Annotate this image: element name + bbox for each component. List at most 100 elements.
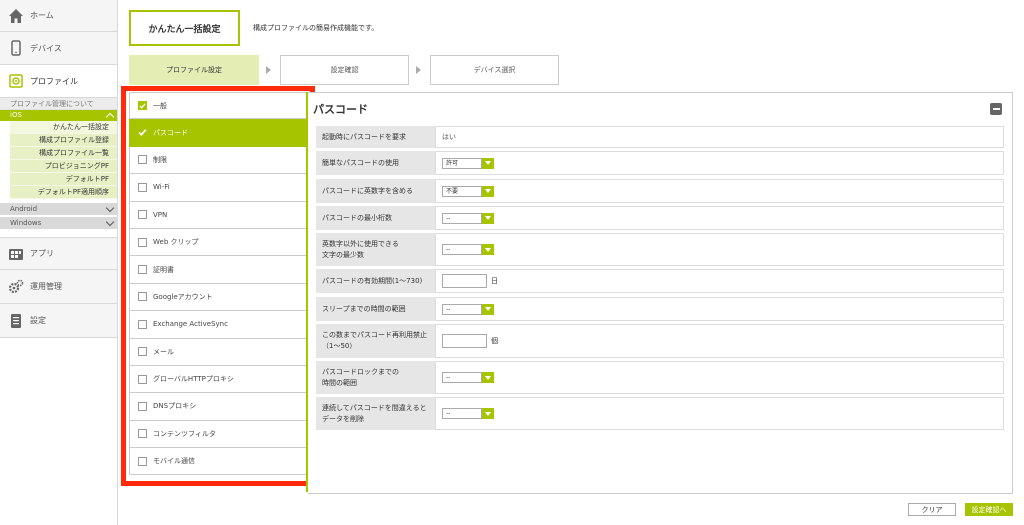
row-label-line: この数までパスコード再利用禁止 [322, 331, 427, 339]
row-history: この数までパスコード再利用禁止 （1〜50） 個 [316, 324, 1004, 358]
sidebar: ホーム デバイス プロファイル プロファイル管理について iOS かんたん一括設… [0, 0, 118, 525]
step-device-select[interactable]: デバイス選択 [430, 55, 559, 85]
ios-item-profile-register[interactable]: 構成プロファイル登録 [10, 134, 117, 147]
row-label-line: 文字の最少数 [322, 250, 364, 259]
dropdown-arrow-icon[interactable] [482, 157, 494, 169]
row-label: パスコードの最小桁数 [316, 206, 435, 230]
row-max-failed: 連続してパスコードを間違えると データを削除 -- [316, 397, 1004, 430]
row-value: -- [435, 233, 1004, 266]
os-windows-label: Windows [10, 219, 42, 227]
os-android-label: Android [10, 205, 38, 213]
row-max-age: パスコードの有効期間(1〜730) 日 [316, 269, 1004, 293]
select-value: 不要 [442, 185, 482, 197]
nav-settings[interactable]: 設定 [0, 304, 117, 338]
select-value: -- [442, 244, 482, 255]
collapse-button[interactable] [990, 103, 1002, 115]
ios-submenu: かんたん一括設定 構成プロファイル登録 構成プロファイル一覧 プロビジョニングP… [10, 121, 117, 199]
alphanumeric-select[interactable]: 不要 [442, 185, 494, 197]
min-length-select[interactable]: -- [442, 212, 494, 224]
chevron-up-icon [105, 112, 115, 122]
nav-profile[interactable]: プロファイル [0, 65, 117, 98]
row-label-line: 英数字以外に使用できる [322, 239, 399, 248]
select-value: 許可 [442, 157, 482, 169]
nav-device[interactable]: デバイス [0, 32, 117, 65]
next-confirm-button[interactable]: 設定確認へ [965, 503, 1013, 516]
profile-gear-icon [8, 73, 24, 89]
ios-item-provisioning[interactable]: プロビジョニングPF [10, 160, 117, 173]
step-arrow-icon [416, 66, 421, 74]
row-value: -- [435, 397, 1004, 430]
row-label-line: データを削除 [322, 414, 364, 423]
row-label-line: 連続してパスコードを間違えると [322, 403, 427, 412]
os-ios-toggle[interactable]: iOS [0, 110, 117, 122]
nav-home-label: ホーム [30, 11, 54, 20]
row-label: パスコードに英数字を含める [316, 179, 435, 203]
ios-item-default-pf[interactable]: デフォルトPF [10, 173, 117, 186]
nav-operations[interactable]: 運用管理 [0, 270, 117, 304]
ios-item-default-pf-order[interactable]: デフォルトPF適用順序 [10, 186, 117, 199]
row-auto-lock: スリープまでの時間の範囲 -- [316, 297, 1004, 321]
row-value: -- [435, 206, 1004, 230]
row-min-complex: 英数字以外に使用できる 文字の最少数 -- [316, 233, 1004, 266]
profile-about-link[interactable]: プロファイル管理について [0, 98, 117, 110]
row-label: 起動時にパスコードを要求 [316, 126, 435, 148]
unit-label: 個 [491, 337, 498, 345]
nav-app[interactable]: アプリ [0, 237, 117, 270]
passcode-panel: パスコード 起動時にパスコードを要求 はい 簡単なパスコードの使用 許可 パスコ… [308, 92, 1013, 494]
gears-icon [8, 279, 24, 295]
nav-profile-label: プロファイル [30, 76, 78, 86]
auto-lock-select[interactable]: -- [442, 303, 494, 315]
step-profile-settings[interactable]: プロファイル設定 [129, 55, 259, 85]
ios-item-easy-setup[interactable]: かんたん一括設定 [10, 121, 117, 134]
chevron-down-icon [105, 203, 115, 212]
dropdown-arrow-icon[interactable] [482, 303, 494, 315]
ios-item-profile-list[interactable]: 構成プロファイル一覧 [10, 147, 117, 160]
row-value: -- [435, 297, 1004, 321]
panel-title: パスコード [313, 103, 368, 116]
row-label: パスコードの有効期間(1〜730) [316, 269, 435, 293]
nav-settings-label: 設定 [30, 316, 46, 325]
select-value: -- [442, 303, 482, 315]
row-label: パスコードロックまでの 時間の範囲 [316, 361, 435, 394]
row-value: 日 [435, 269, 1004, 293]
nav-app-label: アプリ [30, 249, 54, 258]
document-icon [8, 313, 24, 329]
dropdown-arrow-icon[interactable] [482, 408, 494, 419]
chevron-down-icon [105, 217, 115, 226]
select-value: -- [442, 212, 482, 224]
row-label-line: 時間の範囲 [322, 378, 357, 387]
os-windows-toggle[interactable]: Windows [0, 217, 117, 229]
app-grid-icon [8, 246, 24, 262]
dropdown-arrow-icon[interactable] [482, 372, 494, 383]
smartphone-icon [8, 40, 24, 56]
nav-home[interactable]: ホーム [0, 0, 117, 32]
row-value: はい [435, 126, 1004, 148]
os-android-toggle[interactable]: Android [0, 203, 117, 215]
max-age-input[interactable] [442, 274, 487, 288]
highlight-frame [121, 86, 315, 486]
home-icon [8, 8, 24, 24]
step-confirm[interactable]: 設定確認 [280, 55, 409, 85]
row-value: 許可 [435, 151, 1004, 175]
grace-period-select[interactable]: -- [442, 372, 494, 383]
row-grace-period: パスコードロックまでの 時間の範囲 -- [316, 361, 1004, 394]
clear-button[interactable]: クリア [908, 503, 956, 516]
page-title: かんたん一括設定 [129, 10, 240, 46]
row-require-passcode: 起動時にパスコードを要求 はい [316, 126, 1004, 148]
row-label: 連続してパスコードを間違えると データを削除 [316, 397, 435, 430]
row-label-line: （1〜50） [322, 342, 357, 350]
select-value: -- [442, 408, 482, 419]
nav-device-label: デバイス [30, 43, 62, 53]
row-label: 簡単なパスコードの使用 [316, 151, 435, 175]
history-input[interactable] [442, 334, 487, 348]
simple-passcode-select[interactable]: 許可 [442, 157, 494, 169]
dropdown-arrow-icon[interactable] [482, 244, 494, 255]
max-failed-select[interactable]: -- [442, 408, 494, 419]
dropdown-arrow-icon[interactable] [482, 212, 494, 224]
dropdown-arrow-icon[interactable] [482, 185, 494, 197]
row-label: 英数字以外に使用できる 文字の最少数 [316, 233, 435, 266]
min-complex-select[interactable]: -- [442, 244, 494, 255]
row-value: -- [435, 361, 1004, 394]
row-label: この数までパスコード再利用禁止 （1〜50） [316, 324, 435, 358]
